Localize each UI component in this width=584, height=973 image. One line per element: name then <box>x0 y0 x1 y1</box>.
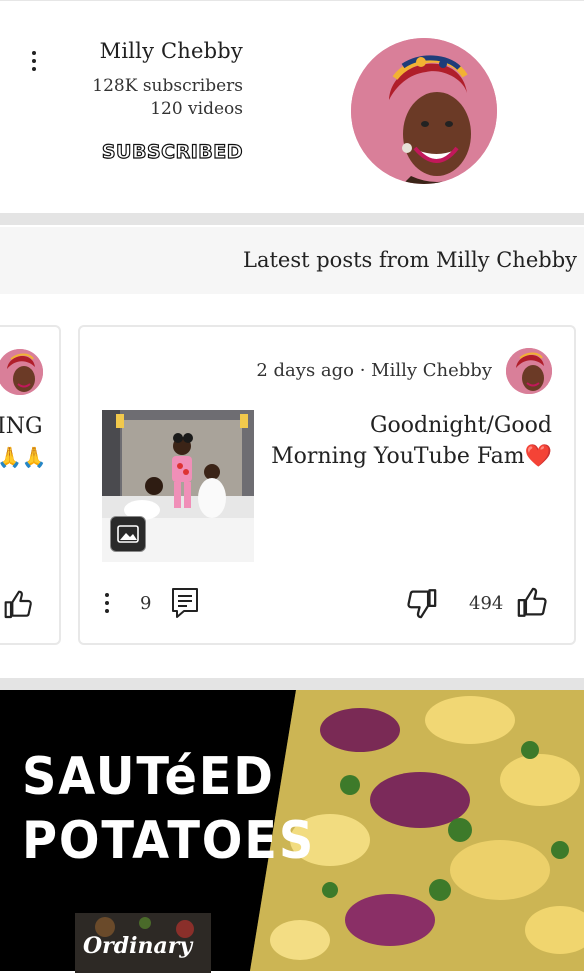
channel-avatar[interactable] <box>351 38 497 184</box>
posts-section-title: Latest posts from Milly Chebby <box>243 248 577 272</box>
post-text: Goodnight/Good Morning YouTube Fam❤️ <box>271 413 552 469</box>
post-meta: 2 days ago · Milly Chebby <box>256 360 492 381</box>
previous-post-card[interactable]: ING 🙏🙏 <box>0 325 61 645</box>
comment-count: 9 <box>140 593 152 614</box>
video-count: 120 videos <box>150 99 243 119</box>
thumbs-up-icon[interactable] <box>516 586 550 624</box>
post-author-avatar[interactable] <box>506 348 552 394</box>
image-icon <box>110 516 146 552</box>
comment-icon[interactable] <box>170 586 200 624</box>
channel-header: Milly Chebby 128K subscribers 120 videos… <box>0 0 584 213</box>
like-count: 494 <box>469 593 504 614</box>
more-options-icon[interactable] <box>24 46 44 76</box>
brand-logo-text: Ordinary <box>83 933 193 959</box>
thumbs-up-icon[interactable] <box>3 589 35 625</box>
post-more-options-icon[interactable] <box>97 588 117 618</box>
subscribed-button[interactable]: SUBSCRIBED <box>60 140 243 163</box>
channel-name[interactable]: Milly Chebby <box>60 39 243 63</box>
post-author-avatar[interactable] <box>0 349 43 395</box>
previous-post-text-line2: 🙏🙏 <box>0 445 47 469</box>
subscriber-count: 128K subscribers <box>92 76 243 96</box>
section-divider <box>0 213 584 225</box>
previous-post-text-line1: ING <box>0 414 43 439</box>
thumbs-down-icon[interactable] <box>404 586 438 624</box>
section-divider <box>0 678 584 690</box>
video-thumbnail-title: SAUTéED POTATOES <box>22 747 316 871</box>
